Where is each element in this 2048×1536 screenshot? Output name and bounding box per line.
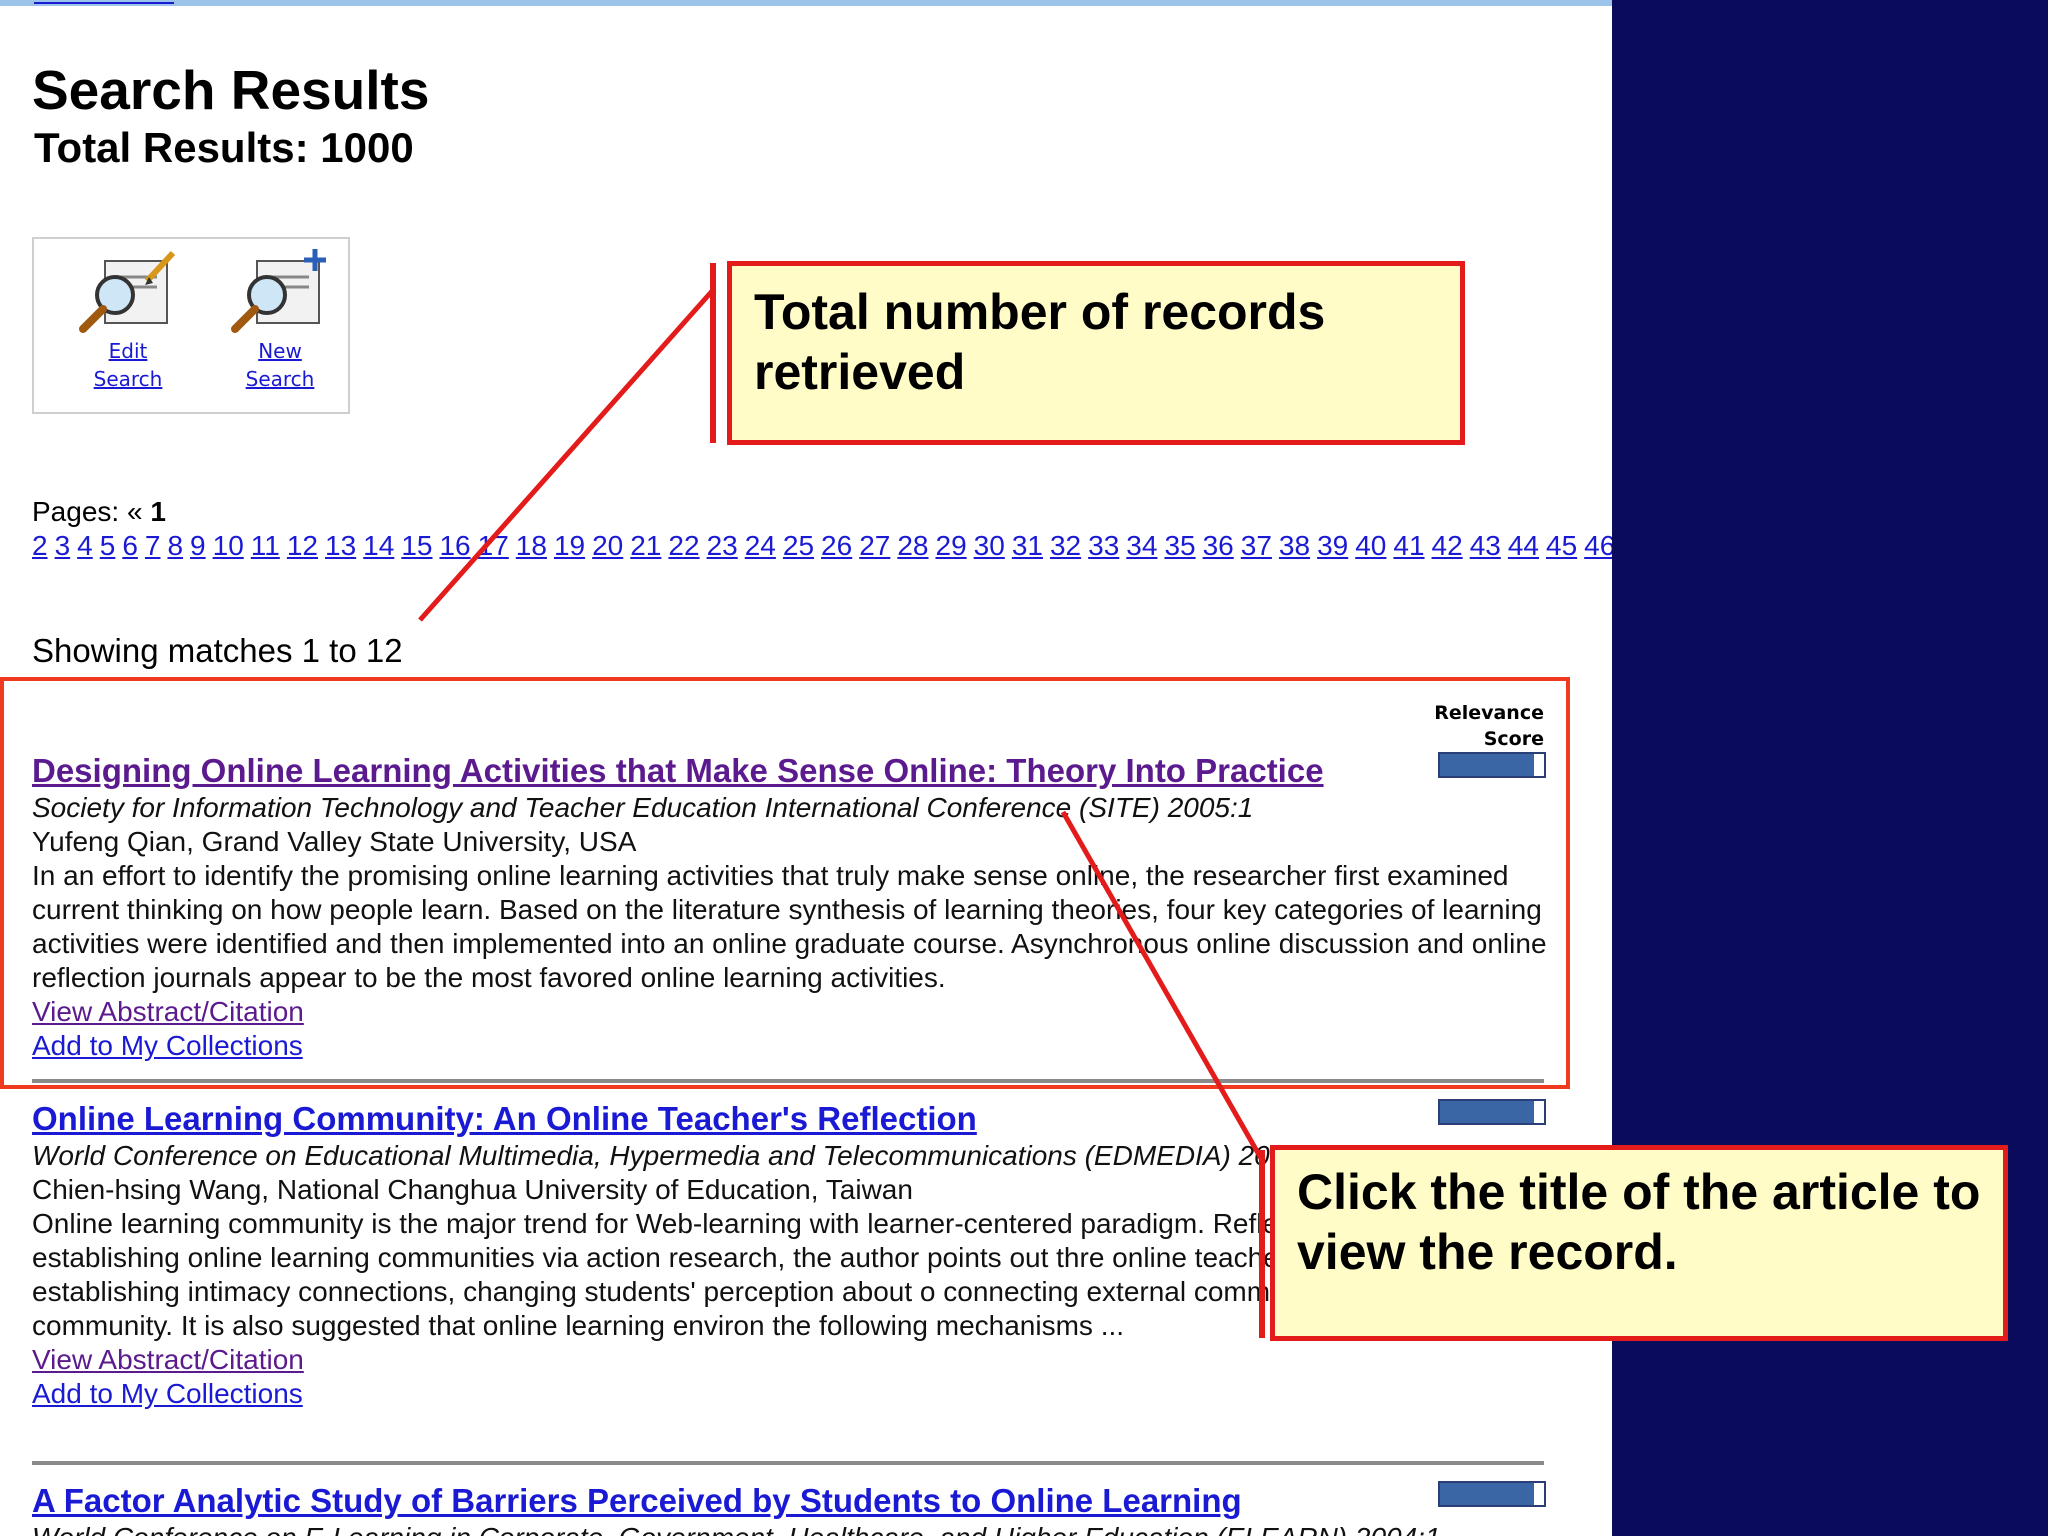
pagination-page-link[interactable]: 20 [592,530,623,561]
pagination-label: Pages: [32,496,120,527]
pagination: Pages: « 1 2 3 4 5 6 7 8 9 10 11 12 13 14 15 16 17 18 19 2… [32,495,1612,563]
pagination-page-link[interactable]: 7 [145,530,161,561]
edit-search-link[interactable]: Edit Search [94,339,163,391]
pagination-page-link[interactable]: 30 [974,530,1005,561]
showing-matches: Showing matches 1 to 12 [32,632,403,669]
callout-click-title: Click the title of the article to view t… [1270,1145,2008,1341]
pagination-page-link[interactable]: 4 [77,530,93,561]
pagination-current: 1 [150,496,166,527]
result-source: World Conference on E-Learning in Corpor… [32,1521,1552,1536]
pagination-page-link[interactable]: 23 [707,530,738,561]
pagination-page-link[interactable]: 32 [1050,530,1081,561]
pagination-page-link[interactable]: 29 [936,530,967,561]
pagination-page-link[interactable]: 24 [745,530,776,561]
edit-search-icon [79,250,176,333]
page-title: Search Results [32,59,430,121]
pagination-page-link[interactable]: 2 [32,530,48,561]
top-frame-border [0,0,1612,6]
pagination-prev[interactable]: « [127,496,143,527]
view-abstract-link[interactable]: View Abstract/Citation [32,1343,1552,1377]
pagination-page-link[interactable]: 27 [859,530,890,561]
pagination-page-link[interactable]: 26 [821,530,852,561]
callout-total-records: Total number of records retrieved [727,261,1465,445]
pagination-page-link[interactable]: 31 [1012,530,1043,561]
result-item: A Factor Analytic Study of Barriers Perc… [32,1481,1552,1536]
pagination-page-link[interactable]: 9 [190,530,206,561]
search-toolbox: Edit Search New Search [32,237,350,414]
total-results: Total Results: 1000 [34,124,414,171]
pagination-page-link[interactable]: 45 [1546,530,1577,561]
pagination-page-link[interactable]: 16 [439,530,470,561]
pagination-page-link[interactable]: 35 [1164,530,1195,561]
top-link-clipped[interactable] [34,0,174,4]
pagination-page-link[interactable]: 17 [478,530,509,561]
result-highlight-box [0,677,1570,1089]
pagination-page-link[interactable]: 19 [554,530,585,561]
pagination-page-link[interactable]: 33 [1088,530,1119,561]
add-to-collections-link[interactable]: Add to My Collections [32,1377,1552,1411]
new-search-icon [231,249,326,333]
pagination-page-link[interactable]: 40 [1355,530,1386,561]
pagination-page-link[interactable]: 34 [1126,530,1157,561]
pagination-page-link[interactable]: 11 [251,530,280,561]
pagination-page-link[interactable]: 44 [1508,530,1539,561]
pagination-page-link[interactable]: 28 [897,530,928,561]
new-search-link[interactable]: New Search [246,339,315,391]
pagination-page-link[interactable]: 15 [401,530,432,561]
pagination-page-link[interactable]: 5 [100,530,116,561]
result-title-link[interactable]: Online Learning Community: An Online Tea… [32,1099,1552,1139]
pagination-page-link[interactable]: 37 [1241,530,1272,561]
pagination-page-link[interactable]: 25 [783,530,814,561]
pagination-page-link[interactable]: 14 [363,530,394,561]
new-search-button[interactable]: New Search [220,247,340,393]
pagination-page-link[interactable]: 43 [1470,530,1501,561]
pagination-page-link[interactable]: 12 [287,530,318,561]
pagination-page-link[interactable]: 36 [1203,530,1234,561]
pagination-page-link[interactable]: 18 [516,530,547,561]
edit-search-button[interactable]: Edit Search [68,247,188,393]
pagination-page-link[interactable]: 6 [122,530,138,561]
pagination-page-link[interactable]: 42 [1432,530,1463,561]
pagination-page-link[interactable]: 8 [167,530,183,561]
pagination-page-link[interactable]: 41 [1393,530,1424,561]
pagination-page-link[interactable]: 38 [1279,530,1310,561]
pagination-page-link[interactable]: 46 [1584,530,1612,561]
pagination-page-link[interactable]: 13 [325,530,356,561]
pagination-page-link[interactable]: 21 [630,530,661,561]
result-separator [32,1461,1544,1465]
result-title-link[interactable]: A Factor Analytic Study of Barriers Perc… [32,1481,1552,1521]
pagination-page-link[interactable]: 3 [55,530,71,561]
pagination-page-link[interactable]: 39 [1317,530,1348,561]
pagination-page-link[interactable]: 10 [213,530,244,561]
pagination-page-link[interactable]: 22 [668,530,699,561]
